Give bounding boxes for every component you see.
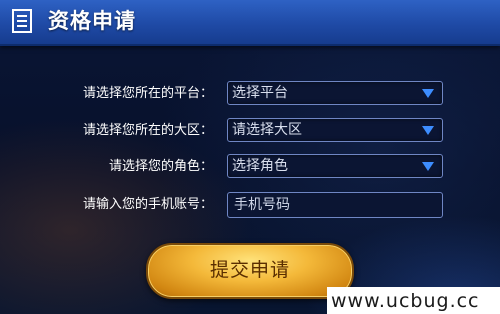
- platform-row: 请选择您所在的平台： 选择平台: [0, 81, 500, 107]
- phone-label: 请输入您的手机账号：: [82, 197, 213, 212]
- phone-input[interactable]: [227, 192, 443, 218]
- region-select-value: 请选择大区: [232, 122, 302, 138]
- role-select-value: 选择角色: [232, 158, 288, 174]
- header-bar: 资格申请: [0, 0, 500, 46]
- watermark: www.ucbug.cc: [327, 287, 500, 314]
- document-list-icon: [12, 9, 32, 33]
- role-row: 请选择您的角色： 选择角色: [0, 154, 500, 180]
- platform-select[interactable]: 选择平台: [227, 81, 443, 105]
- watermark-text: www.ucbug.cc: [331, 290, 480, 312]
- platform-label: 请选择您所在的平台：: [82, 86, 213, 101]
- platform-select-value: 选择平台: [232, 85, 288, 101]
- phone-row: 请输入您的手机账号：: [0, 192, 500, 218]
- role-label: 请选择您的角色：: [108, 159, 213, 174]
- role-select[interactable]: 选择角色: [227, 154, 443, 178]
- submit-button-label: 提交申请: [209, 259, 290, 281]
- chevron-down-icon: [422, 89, 434, 98]
- region-row: 请选择您所在的大区： 请选择大区: [0, 118, 500, 144]
- region-select[interactable]: 请选择大区: [227, 118, 443, 142]
- page-title: 资格申请: [48, 9, 136, 33]
- chevron-down-icon: [422, 162, 434, 171]
- chevron-down-icon: [422, 126, 434, 135]
- region-label: 请选择您所在的大区：: [82, 123, 213, 138]
- submit-button[interactable]: 提交申请: [146, 243, 354, 299]
